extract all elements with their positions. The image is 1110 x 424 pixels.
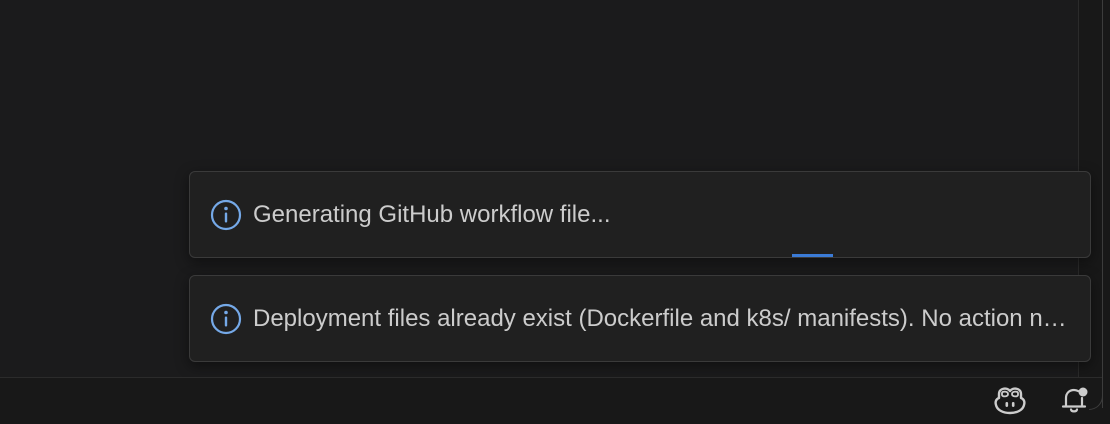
copilot-icon bbox=[993, 385, 1027, 420]
notifications-status-button[interactable] bbox=[1056, 384, 1092, 420]
notification-progress-bar bbox=[792, 254, 833, 257]
notification-toast-deployment-files[interactable]: Deployment files already exist (Dockerfi… bbox=[189, 275, 1091, 362]
notification-message: Generating GitHub workflow file... bbox=[253, 201, 611, 228]
status-bar bbox=[0, 377, 1110, 424]
notification-message: Deployment files already exist (Dockerfi… bbox=[253, 305, 1078, 332]
notification-toast-generating-workflow[interactable]: Generating GitHub workflow file... bbox=[189, 171, 1091, 258]
vscode-window: Generating GitHub workflow file... Deplo… bbox=[0, 0, 1110, 424]
info-icon bbox=[210, 199, 242, 231]
info-icon bbox=[210, 303, 242, 335]
copilot-status-button[interactable] bbox=[992, 384, 1028, 420]
window-border-line bbox=[1102, 0, 1103, 408]
window-border bbox=[1102, 0, 1110, 424]
bell-dot-icon bbox=[1058, 384, 1090, 421]
